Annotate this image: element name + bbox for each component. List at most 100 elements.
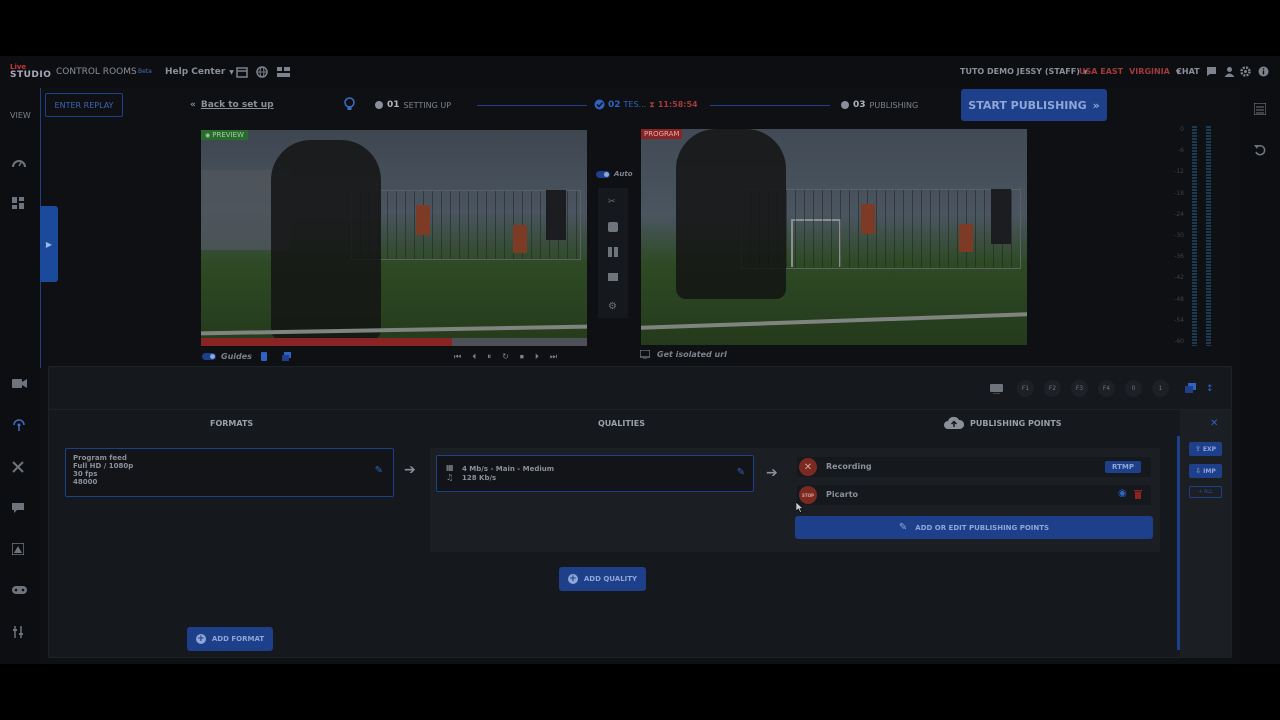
dashboard-gauge-icon[interactable] <box>12 156 28 172</box>
edit-pencil-icon[interactable]: ✎ <box>375 466 383 476</box>
add-format-button[interactable]: + ADD FORMAT <box>187 627 273 651</box>
enter-replay-button[interactable]: ENTER REPLAY <box>45 93 123 117</box>
step-testing[interactable]: 02 TES... ⧗ 11:58:54 <box>594 99 698 110</box>
publishing-point-recording[interactable]: ✕ Recording RTMP <box>797 457 1151 477</box>
back-to-setup-link[interactable]: « Back to set up <box>190 100 274 110</box>
quality-card[interactable]: ▦ ♫ 4 Mb/s - Main - Medium 128 Kb/s ✎ <box>436 455 754 492</box>
gear-icon[interactable] <box>1240 66 1251 77</box>
step-dot-icon <box>841 101 849 109</box>
user-icon[interactable] <box>1224 66 1235 77</box>
step-connector-line <box>477 105 587 106</box>
fade-transition-icon[interactable] <box>608 222 618 232</box>
audio-meter-tick: -60 <box>1174 338 1184 345</box>
sliders-icon[interactable] <box>12 626 28 642</box>
edit-pencil-icon[interactable]: ✎ <box>737 467 745 478</box>
import-button[interactable]: ⇩ IMP <box>1189 464 1222 478</box>
gamepad-icon[interactable] <box>12 585 28 601</box>
user-name: TUTO DEMO JESSY (STAFF) <box>960 67 1080 76</box>
keyboard-icon[interactable] <box>990 383 1003 394</box>
fkey-3[interactable]: F4 <box>1098 380 1115 397</box>
cut-scissors-icon[interactable]: ✂ <box>608 197 616 207</box>
isolated-url-link[interactable]: Get isolated url <box>640 350 727 359</box>
app-logo[interactable]: Live STUDIO <box>10 63 51 80</box>
preview-tag: ◉ PREVIEW <box>201 130 248 140</box>
beta-badge: Beta <box>138 68 152 75</box>
copy-window-icon[interactable] <box>1185 383 1196 394</box>
pause-icon[interactable]: ⏸ <box>487 352 491 362</box>
fkey-4[interactable]: 0 <box>1125 380 1142 397</box>
format-line-3: 30 fps <box>73 470 98 478</box>
audio-meter-tick: -24 <box>1174 210 1184 218</box>
camera-icon[interactable] <box>12 378 28 394</box>
list-panel-icon[interactable] <box>1254 103 1266 115</box>
transition-settings-gear-icon[interactable]: ⚙ <box>608 301 617 312</box>
scissors-tools-icon[interactable] <box>12 461 28 477</box>
add-or-edit-publishing-points-button[interactable]: ✎ ADD OR EDIT PUBLISHING POINTS <box>795 516 1153 539</box>
export-button[interactable]: ⇪ EXP <box>1189 442 1222 456</box>
fkey-1[interactable]: F2 <box>1044 380 1061 397</box>
undo-history-icon[interactable] <box>1254 144 1266 156</box>
chat-bubble-icon[interactable] <box>1206 66 1217 77</box>
comment-icon[interactable] <box>12 502 28 518</box>
overlay-icon[interactable] <box>282 352 291 361</box>
publishing-point-picarto[interactable]: STOP Picarto ◉ <box>797 485 1151 505</box>
info-icon[interactable] <box>1258 66 1269 77</box>
step-forward-icon[interactable]: ⏵ <box>535 352 539 362</box>
cloud-upload-icon <box>944 416 964 430</box>
program-monitor[interactable]: PROGRAM <box>641 129 1027 345</box>
region-selector[interactable]: USA EAST VIRGINIA ▼ <box>1079 67 1180 76</box>
vertical-resize-icon[interactable]: ↕ <box>1206 384 1214 394</box>
grid-layout-icon[interactable] <box>277 66 290 78</box>
start-publishing-label: START PUBLISHING <box>968 98 1087 112</box>
calendar-icon[interactable] <box>236 66 248 78</box>
slide-transition-icon[interactable] <box>608 272 618 282</box>
audio-meter-tick: -54 <box>1174 316 1184 324</box>
help-center-menu[interactable]: Help Center ▼ <box>165 67 234 77</box>
control-rooms-link[interactable]: CONTROL ROOMS <box>56 67 137 77</box>
globe-icon[interactable] <box>256 66 268 78</box>
start-publishing-button[interactable]: START PUBLISHING » <box>961 89 1107 121</box>
guides-toggle[interactable]: Guides <box>202 352 252 361</box>
download-icon: ⇩ <box>1195 467 1202 475</box>
step-back-icon[interactable]: ⏴ <box>472 352 476 362</box>
mobile-icon[interactable] <box>261 352 267 361</box>
fkey-2[interactable]: F3 <box>1071 380 1088 397</box>
trash-icon[interactable] <box>1134 489 1142 499</box>
user-menu[interactable]: TUTO DEMO JESSY (STAFF) ▼ <box>960 67 1088 76</box>
graphics-image-icon[interactable] <box>12 543 28 559</box>
replay-icon[interactable]: ↻ <box>502 352 509 362</box>
arrow-right-icon: ➔ <box>404 462 416 478</box>
broadcast-antenna-icon[interactable] <box>12 418 28 434</box>
chat-button[interactable]: CHAT <box>1176 67 1200 76</box>
guides-label: Guides <box>221 352 252 361</box>
format-card[interactable]: Program feed Full HD / 1080p 30 fps 4800… <box>65 448 394 497</box>
close-icon[interactable]: ✕ <box>1210 418 1218 429</box>
select-all-button[interactable]: + ALL <box>1189 486 1222 498</box>
stop-icon[interactable]: ⏹ <box>520 352 524 362</box>
preview-monitor[interactable]: ◉ PREVIEW <box>201 130 587 346</box>
double-chevron-right-icon: » <box>1092 98 1100 112</box>
header-bar: Live STUDIO CONTROL ROOMS Beta Help Cent… <box>0 56 1280 88</box>
app-frame: Live STUDIO CONTROL ROOMS Beta Help Cent… <box>0 56 1280 664</box>
auto-toggle[interactable]: Auto <box>596 170 633 178</box>
step-publishing[interactable]: 03 PUBLISHING <box>841 100 918 110</box>
quality-line-2: 128 Kb/s <box>462 474 497 482</box>
expand-drawer-tab[interactable]: ▶ <box>40 206 58 282</box>
format-line-2: Full HD / 1080p <box>73 462 134 470</box>
skip-back-icon[interactable]: ⏮ <box>454 352 461 362</box>
skip-forward-icon[interactable]: ⏭ <box>550 352 557 362</box>
add-quality-button[interactable]: + ADD QUALITY <box>559 567 646 591</box>
eye-icon[interactable]: ◉ <box>1118 488 1127 499</box>
scroll-indicator[interactable] <box>1177 436 1180 650</box>
preview-progress-track[interactable] <box>201 338 587 346</box>
audio-meter-left <box>1192 126 1197 346</box>
dashboard-grid-icon[interactable] <box>12 197 28 213</box>
lightbulb-icon[interactable] <box>344 97 355 112</box>
step-setting-up[interactable]: 01 SETTING UP <box>375 100 451 110</box>
check-circle-icon <box>594 99 605 110</box>
fkey-5[interactable]: 1 <box>1152 380 1169 397</box>
close-circle-icon[interactable]: ✕ <box>799 458 817 476</box>
wipe-transition-icon[interactable] <box>608 247 618 257</box>
step3-number: 03 <box>853 100 866 110</box>
fkey-0[interactable]: F1 <box>1017 380 1034 397</box>
